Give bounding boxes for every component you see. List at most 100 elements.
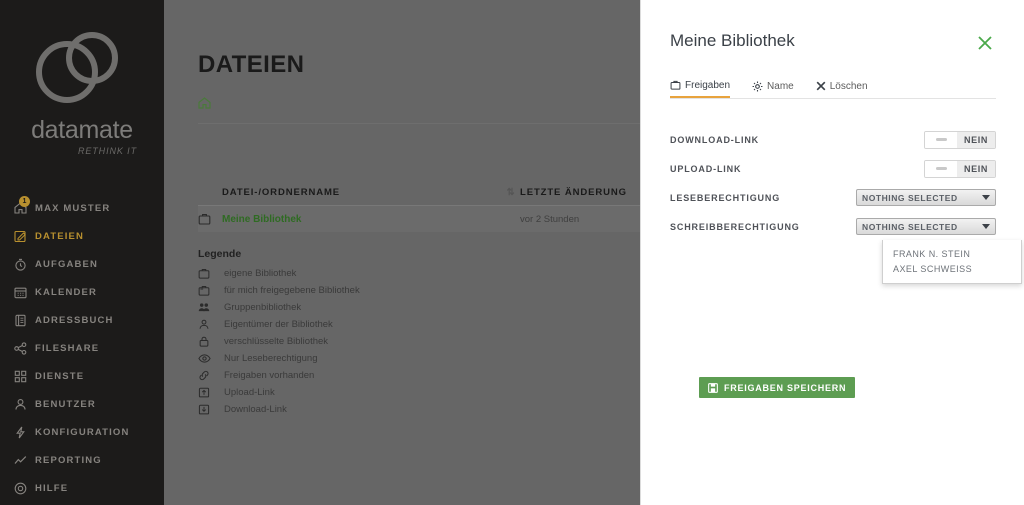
field-download-link: DOWNLOAD-LINK NEIN xyxy=(670,125,996,154)
file-modified-value: vor 2 Stunden xyxy=(520,213,580,225)
briefcase-icon xyxy=(670,80,681,90)
group-icon xyxy=(198,302,224,313)
x-icon xyxy=(816,81,826,91)
leseberechtigung-select[interactable]: NOTHING SELECTED xyxy=(856,189,996,206)
breadcrumb xyxy=(198,96,640,124)
sidebar-item-label: KALENDER xyxy=(35,286,97,298)
home-icon[interactable] xyxy=(198,97,211,109)
sidebar-item-benutzer[interactable]: BENUTZER xyxy=(0,390,164,418)
eye-icon xyxy=(198,353,224,364)
legend-item-label: Download-Link xyxy=(224,404,287,415)
bolt-icon xyxy=(14,426,33,439)
legend-item: Nur Leseberechtigung xyxy=(198,350,498,367)
legend-title: Legende xyxy=(198,248,242,260)
legend: Legende eigene Bibliothek für mich freig… xyxy=(198,248,498,418)
legend-item-label: für mich freigegebene Bibliothek xyxy=(224,285,360,296)
user-icon xyxy=(14,398,33,411)
sidebar-item-label: KONFIGURATION xyxy=(35,426,130,438)
sidebar-item-label: ADRESSBUCH xyxy=(35,314,114,326)
sidebar-item-aufgaben[interactable]: AUFGABEN xyxy=(0,250,164,278)
toggle-state-label: NEIN xyxy=(957,131,995,148)
legend-item: für mich freigegebene Bibliothek xyxy=(198,282,498,299)
toggle-state-label: NEIN xyxy=(957,160,995,177)
legend-item-label: eigene Bibliothek xyxy=(224,268,297,279)
dropdown-option[interactable]: FRANK N. STEIN xyxy=(883,246,1021,261)
sidebar-item-kalender[interactable]: KALENDER xyxy=(0,278,164,306)
datamate-logo-icon xyxy=(36,32,118,103)
upload-box-icon xyxy=(198,387,224,398)
schreibberechtigung-dropdown-menu[interactable]: FRANK N. STEIN AXEL SCHWEISS xyxy=(882,240,1022,284)
panel-title: Meine Bibliothek xyxy=(670,31,795,50)
toggle-handle xyxy=(925,160,957,177)
sidebar-item-max-muster[interactable]: 1 MAX MUSTER xyxy=(0,194,164,222)
select-value: NOTHING SELECTED xyxy=(862,221,958,232)
save-icon xyxy=(708,382,718,393)
page-title: DATEIEN xyxy=(198,51,305,78)
tab-name[interactable]: Name xyxy=(752,76,794,98)
app-logo: datamate RETHINK IT xyxy=(0,0,164,156)
notification-badge: 1 xyxy=(19,196,30,207)
sidebar-item-label: MAX MUSTER xyxy=(35,202,111,214)
chart-line-icon xyxy=(14,454,33,467)
table-row[interactable]: Meine Bibliothek vor 2 Stunden xyxy=(198,206,640,232)
logo-wordmark: datamate xyxy=(31,116,133,144)
legend-item-label: Eigentümer der Bibliothek xyxy=(224,319,333,330)
briefcase-icon xyxy=(198,268,224,279)
sort-icon[interactable]: ⇅ xyxy=(502,187,520,198)
tab-label: Löschen xyxy=(829,80,868,92)
download-box-icon xyxy=(198,404,224,415)
link-icon xyxy=(198,370,224,381)
chevron-down-icon xyxy=(982,224,990,229)
legend-item: eigene Bibliothek xyxy=(198,265,498,282)
sidebar-item-konfiguration[interactable]: KONFIGURATION xyxy=(0,418,164,446)
field-upload-link: UPLOAD-LINK NEIN xyxy=(670,154,996,183)
field-label: UPLOAD-LINK xyxy=(670,163,742,174)
gear-icon xyxy=(752,81,763,92)
tab-label: Name xyxy=(767,80,794,92)
panel-tabs: Freigaben Name Löschen xyxy=(670,76,996,99)
sidebar-item-fileshare[interactable]: FILESHARE xyxy=(0,334,164,362)
legend-item-label: Nur Leseberechtigung xyxy=(224,353,318,364)
tab-freigaben[interactable]: Freigaben xyxy=(670,76,731,98)
tab-loeschen[interactable]: Löschen xyxy=(816,76,868,98)
share-icon xyxy=(14,341,33,355)
select-value: NOTHING SELECTED xyxy=(862,192,958,203)
sidebar-item-dateien[interactable]: DATEIEN xyxy=(0,222,164,250)
sidebar-item-dienste[interactable]: DIENSTE xyxy=(0,362,164,390)
field-leseberechtigung: LESEBERECHTIGUNG NOTHING SELECTED xyxy=(670,183,996,212)
lock-icon xyxy=(198,336,224,347)
legend-item-label: verschlüsselte Bibliothek xyxy=(224,336,329,347)
download-link-toggle[interactable]: NEIN xyxy=(924,130,996,149)
save-shares-button[interactable]: FREIGABEN SPEICHERN xyxy=(699,377,856,398)
help-circle-icon xyxy=(14,482,33,495)
sidebar-item-label: DIENSTE xyxy=(35,370,85,382)
legend-item: Download-Link xyxy=(198,401,498,418)
main-content-dimmed: DATEIEN DATEI-/ORDNERNAME ⇅ LETZTE ÄNDER… xyxy=(164,0,640,505)
files-table: DATEI-/ORDNERNAME ⇅ LETZTE ÄNDERUNG Mein… xyxy=(198,180,640,232)
sidebar-item-adressbuch[interactable]: ADRESSBUCH xyxy=(0,306,164,334)
field-schreibberechtigung: SCHREIBBERECHTIGUNG NOTHING SELECTED xyxy=(670,212,996,241)
close-icon[interactable] xyxy=(975,33,995,53)
sidebar-nav: 1 MAX MUSTER DATEIEN AUFGABEN KALENDER A… xyxy=(0,194,164,505)
legend-item-label: Freigaben vorhanden xyxy=(224,370,315,381)
legend-item: Gruppenbibliothek xyxy=(198,299,498,316)
upload-link-toggle[interactable]: NEIN xyxy=(924,159,996,178)
schreibberechtigung-select[interactable]: NOTHING SELECTED xyxy=(856,218,996,235)
sidebar: datamate RETHINK IT 1 MAX MUSTER DATEIEN xyxy=(0,0,164,505)
legend-item: Eigentümer der Bibliothek xyxy=(198,316,498,333)
owner-user-icon xyxy=(198,319,224,330)
dropdown-option[interactable]: AXEL SCHWEISS xyxy=(883,261,1021,276)
tab-label: Freigaben xyxy=(685,79,731,91)
column-header-modified[interactable]: LETZTE ÄNDERUNG xyxy=(520,187,640,198)
services-grid-icon xyxy=(14,370,33,383)
calendar-icon xyxy=(14,286,33,299)
legend-item-label: Upload-Link xyxy=(224,387,275,398)
column-header-name[interactable]: DATEI-/ORDNERNAME xyxy=(222,187,502,198)
table-header-row: DATEI-/ORDNERNAME ⇅ LETZTE ÄNDERUNG xyxy=(198,180,640,206)
app-root: datamate RETHINK IT 1 MAX MUSTER DATEIEN xyxy=(0,0,1024,505)
file-name-link[interactable]: Meine Bibliothek xyxy=(222,214,502,225)
sidebar-item-hilfe[interactable]: HILFE xyxy=(0,474,164,502)
legend-item: verschlüsselte Bibliothek xyxy=(198,333,498,350)
sidebar-item-reporting[interactable]: REPORTING xyxy=(0,446,164,474)
share-settings-panel: Meine Bibliothek Freigaben Name Löschen … xyxy=(640,0,1024,505)
